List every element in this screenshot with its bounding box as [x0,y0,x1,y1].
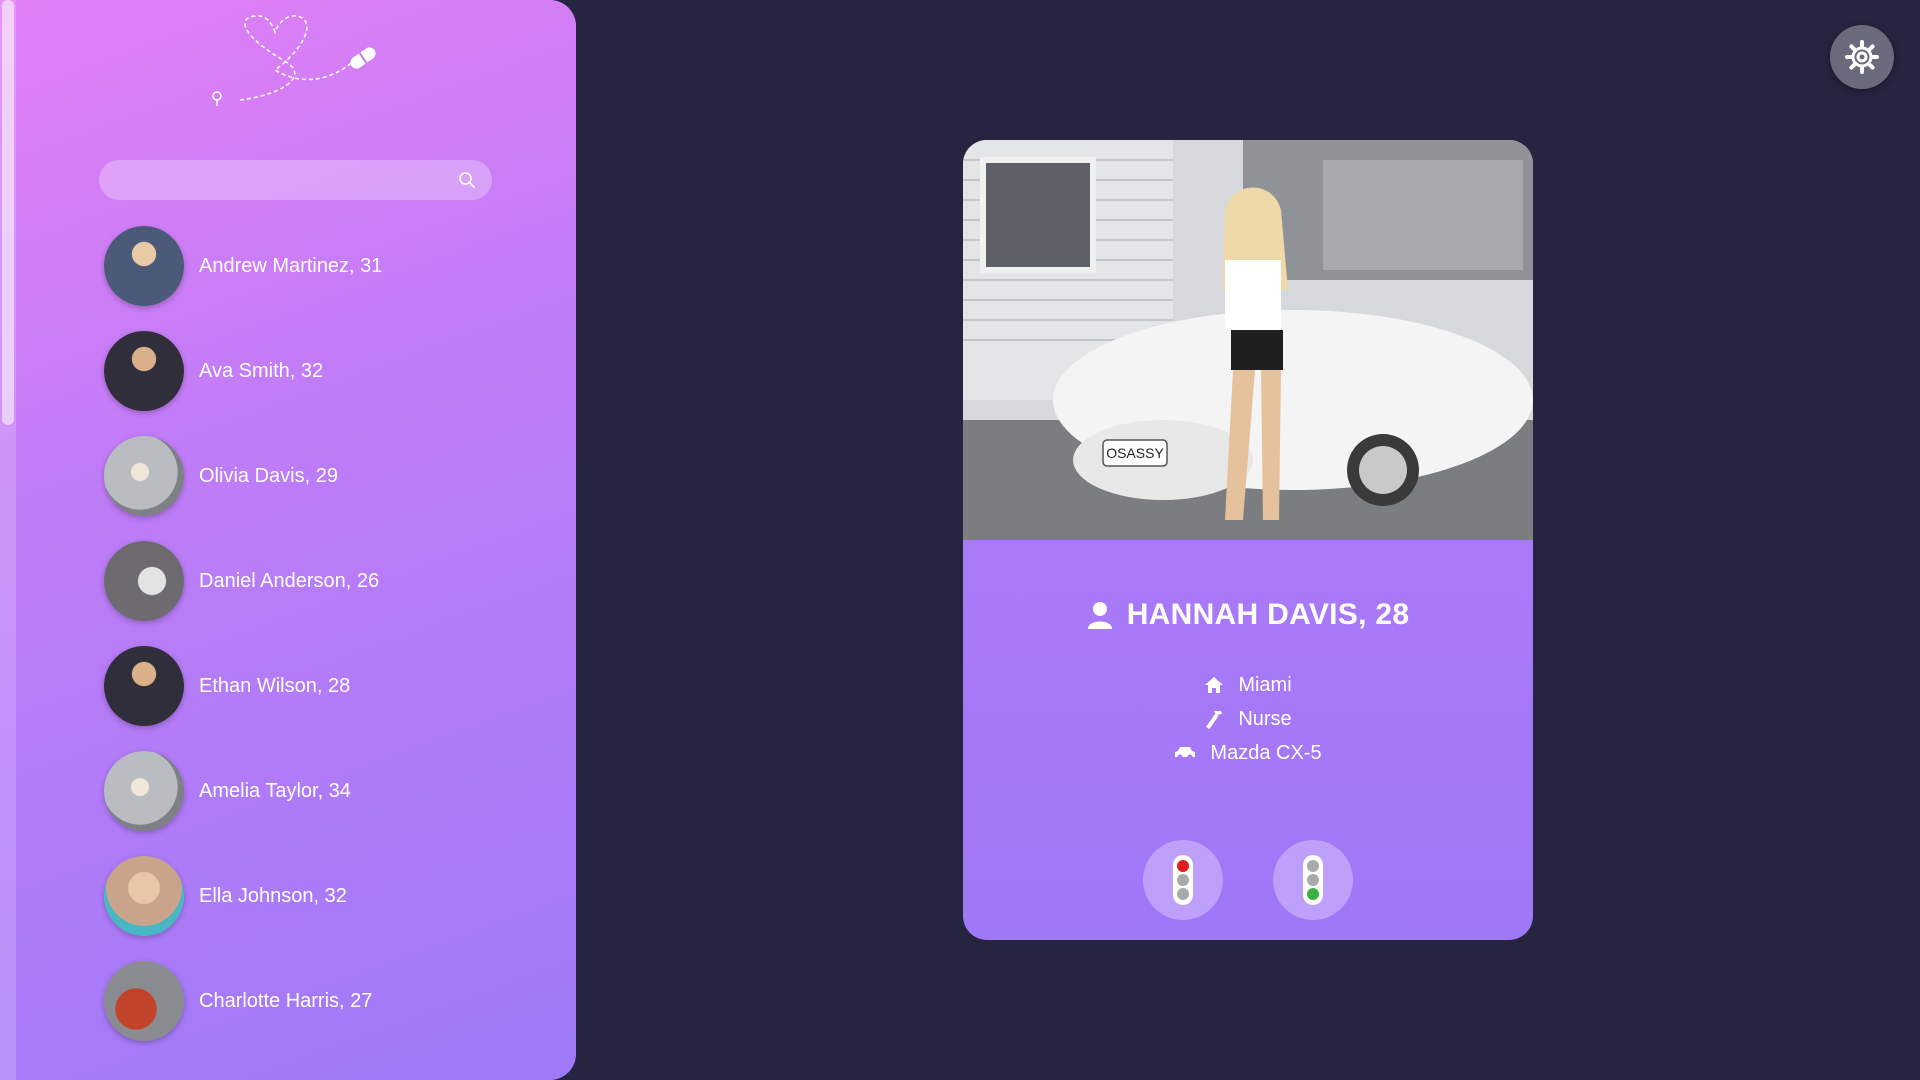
avatar [104,436,184,516]
person-name: Ethan Wilson, 28 [199,674,351,697]
gear-icon [1845,40,1879,74]
list-item[interactable]: Ella Johnson, 32 [104,856,544,936]
user-icon [1087,602,1112,629]
hammer-icon [1206,711,1223,729]
home-icon [1205,677,1224,693]
person-name: Andrew Martinez, 31 [199,254,383,277]
profile-car: Mazda CX-5 [1210,741,1322,764]
avatar [104,226,184,306]
traffic-light-red-icon [1173,855,1193,905]
car-icon [1175,747,1196,760]
avatar [104,541,184,621]
profile-job-row: Nurse [963,704,1533,734]
profile-photo: OSASSY [963,140,1533,540]
people-list: Andrew Martinez, 31 Ava Smith, 32 Olivia… [104,226,544,1066]
heart-trail-logo [212,15,376,106]
list-item[interactable]: Amelia Taylor, 34 [104,751,544,831]
list-item[interactable]: Ethan Wilson, 28 [104,646,544,726]
list-item[interactable]: Andrew Martinez, 31 [104,226,544,306]
list-item[interactable]: Daniel Anderson, 26 [104,541,544,621]
person-name: Amelia Taylor, 34 [199,779,351,802]
profile-card: OSASSY HANNAH DAVIS, 28 Miami Nurse Mazd… [963,140,1533,940]
list-item[interactable]: Charlotte Harris, 27 [104,961,544,1041]
person-name: Charlotte Harris, 27 [199,989,373,1012]
settings-button[interactable] [1830,25,1894,89]
dislike-button[interactable] [1143,840,1223,920]
avatar [104,331,184,411]
person-name: Ella Johnson, 32 [199,884,347,907]
person-name: Daniel Anderson, 26 [199,569,380,592]
avatar [104,961,184,1041]
avatar [104,646,184,726]
profile-car-row: Mazda CX-5 [963,738,1533,768]
traffic-light-green-icon [1303,855,1323,905]
scrollbar-track[interactable] [0,0,16,1080]
scrollbar-thumb[interactable] [2,0,14,425]
profile-name: HANNAH DAVIS, 28 [1126,598,1410,631]
search-input[interactable] [99,160,469,200]
profile-city: Miami [1238,673,1292,696]
search-icon[interactable] [458,171,476,189]
profile-city-row: Miami [963,670,1533,700]
avatar [104,856,184,936]
sidebar: Andrew Martinez, 31 Ava Smith, 32 Olivia… [0,0,576,1080]
person-name: Olivia Davis, 29 [199,464,338,487]
avatar [104,751,184,831]
profile-name-row: HANNAH DAVIS, 28 [963,595,1533,635]
profile-job: Nurse [1238,707,1292,730]
search-bar[interactable] [99,160,492,200]
person-name: Ava Smith, 32 [199,359,324,382]
license-plate: OSASSY [1106,445,1164,461]
list-item[interactable]: Olivia Davis, 29 [104,436,544,516]
list-item[interactable]: Ava Smith, 32 [104,331,544,411]
like-button[interactable] [1273,840,1353,920]
